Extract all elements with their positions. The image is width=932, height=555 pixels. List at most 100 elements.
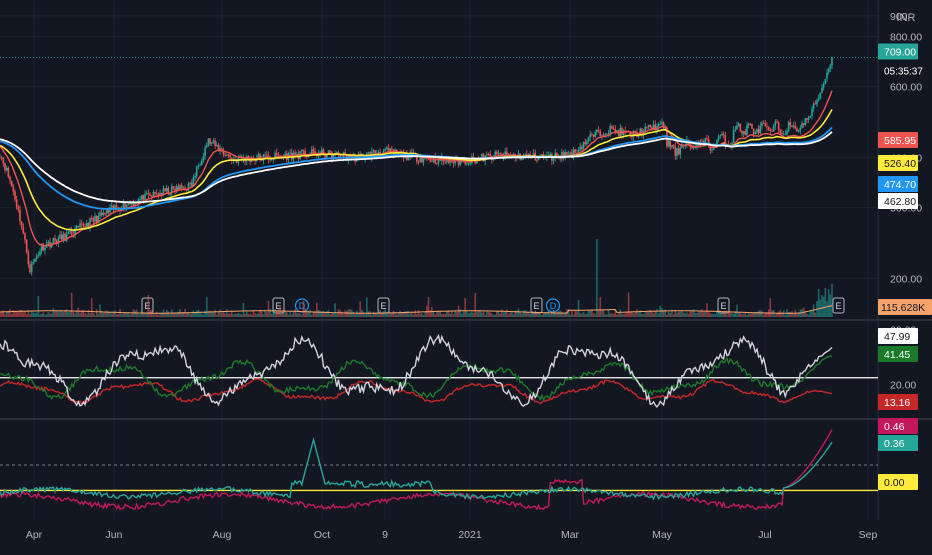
candle-body bbox=[215, 144, 218, 146]
volume-bar bbox=[721, 311, 723, 317]
volume-bar bbox=[606, 314, 608, 317]
volume-bar bbox=[102, 312, 105, 317]
volume-bar bbox=[366, 297, 368, 317]
candle-body bbox=[451, 161, 453, 163]
volume-bar bbox=[522, 310, 525, 317]
candle-body bbox=[145, 193, 148, 194]
candle-body bbox=[257, 154, 260, 158]
candle-body bbox=[799, 127, 802, 131]
candle-body bbox=[769, 129, 772, 131]
volume-bar bbox=[737, 312, 740, 317]
candle-body bbox=[205, 145, 208, 148]
trading-chart[interactable]: EEDEEDEE 900800.00600.00400.00300.00200.… bbox=[0, 0, 932, 550]
volume-bar bbox=[672, 314, 675, 317]
volume-bar bbox=[99, 304, 101, 317]
candle-body bbox=[54, 238, 56, 241]
volume-bar bbox=[157, 314, 160, 317]
volume-bar bbox=[224, 313, 226, 317]
volume-bar bbox=[117, 314, 120, 317]
volume-bar bbox=[219, 309, 221, 317]
time-axis-tick: Aug bbox=[213, 529, 232, 541]
volume-bar bbox=[697, 311, 700, 317]
candle-body bbox=[300, 150, 303, 152]
volume-bar bbox=[45, 314, 48, 317]
volume-bar bbox=[74, 313, 76, 317]
candle-body bbox=[582, 141, 585, 150]
candle-body bbox=[822, 84, 825, 88]
volume-bar bbox=[279, 306, 281, 317]
volume-bar bbox=[17, 311, 20, 317]
price-axis-tick: 600.00 bbox=[890, 82, 922, 94]
candle-body bbox=[444, 161, 446, 163]
volume-bar bbox=[677, 311, 680, 317]
candle-body bbox=[127, 203, 130, 206]
candle-body bbox=[506, 151, 508, 155]
volume-bar bbox=[784, 314, 787, 317]
volume-bar bbox=[757, 310, 760, 317]
candle-body bbox=[621, 127, 623, 135]
candle-body bbox=[329, 150, 331, 152]
volume-bar bbox=[265, 312, 268, 317]
volume-bar bbox=[609, 313, 612, 317]
volume-bar bbox=[472, 312, 475, 317]
volume-bar bbox=[827, 289, 830, 317]
volume-bar bbox=[507, 314, 510, 317]
volume-bar bbox=[205, 297, 208, 317]
candle-body bbox=[79, 223, 81, 227]
candle-body bbox=[4, 163, 6, 171]
candle-body bbox=[312, 149, 315, 152]
volume-bar bbox=[317, 309, 320, 317]
candle-body bbox=[561, 152, 563, 160]
volume-bar bbox=[289, 312, 291, 317]
candle-body bbox=[110, 205, 113, 208]
volume-bar bbox=[456, 311, 458, 317]
candle-body bbox=[37, 255, 40, 257]
last-price-tag: 709.00 bbox=[878, 43, 918, 60]
candle-body bbox=[154, 192, 156, 194]
volume-bar bbox=[612, 314, 615, 317]
volume-bar bbox=[494, 314, 496, 317]
candle-body bbox=[804, 118, 807, 125]
dividend-marker[interactable]: D bbox=[294, 298, 310, 313]
candle-body bbox=[472, 156, 475, 158]
volume-bar bbox=[382, 311, 385, 317]
candle-body bbox=[781, 133, 783, 135]
candle-body bbox=[100, 212, 103, 216]
volume-bar bbox=[666, 314, 668, 317]
candle-body bbox=[469, 163, 471, 165]
chart-window[interactable]: EEDEEDEE 900800.00600.00400.00300.00200.… bbox=[0, 0, 932, 550]
volume-bar bbox=[290, 314, 293, 317]
volume-bar bbox=[817, 288, 820, 317]
candle-body bbox=[749, 123, 752, 125]
volume-bar bbox=[139, 314, 141, 317]
candle-body bbox=[155, 193, 158, 195]
volume-bar bbox=[239, 313, 241, 317]
candle-body bbox=[826, 72, 828, 79]
volume-bar bbox=[632, 313, 635, 317]
volume-bar bbox=[479, 310, 481, 317]
candle-body bbox=[612, 128, 615, 130]
earnings-marker[interactable]: E bbox=[832, 297, 845, 314]
candle-body bbox=[591, 134, 593, 136]
earnings-marker[interactable]: E bbox=[530, 297, 543, 314]
time-axis-tick: Oct bbox=[314, 529, 330, 541]
candle-body bbox=[5, 167, 8, 171]
svg-text:585.95: 585.95 bbox=[884, 135, 916, 147]
candle-body bbox=[677, 148, 680, 155]
volume-bar bbox=[309, 309, 311, 317]
volume-bar bbox=[147, 295, 150, 317]
candle-body bbox=[647, 124, 650, 127]
volume-bar bbox=[402, 313, 405, 317]
candle-body bbox=[229, 154, 231, 158]
candle-body bbox=[704, 138, 707, 144]
volume-bar bbox=[95, 309, 98, 317]
candle-body bbox=[264, 154, 266, 156]
candle-body bbox=[407, 157, 410, 160]
volume-bar bbox=[125, 312, 128, 317]
volume-bar bbox=[362, 311, 365, 317]
candle-body bbox=[609, 126, 612, 134]
earnings-marker[interactable]: E bbox=[717, 297, 730, 314]
candle-body bbox=[776, 121, 778, 123]
volume-bar bbox=[85, 314, 88, 317]
volume-bar bbox=[414, 310, 416, 317]
